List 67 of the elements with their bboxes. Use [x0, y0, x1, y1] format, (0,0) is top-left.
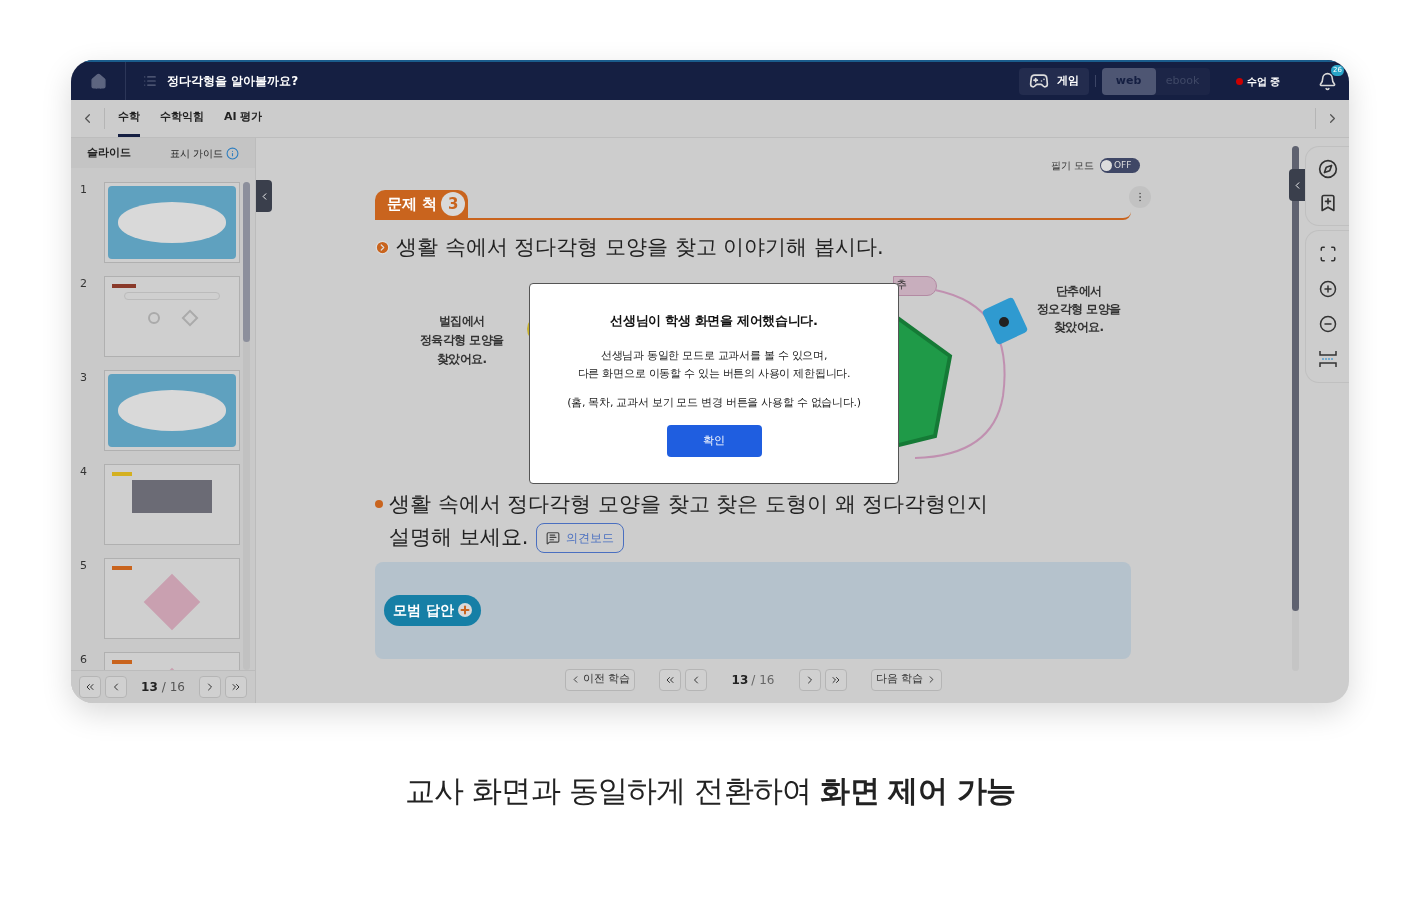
- previous-page-button[interactable]: [685, 668, 707, 691]
- compass-icon[interactable]: [1317, 159, 1338, 179]
- last-page-button[interactable]: [825, 668, 847, 691]
- list-icon[interactable]: [143, 74, 157, 88]
- slide-thumbnail[interactable]: [104, 558, 240, 639]
- guide-label: 표시 가이드: [169, 146, 223, 161]
- problem-badge: 문제 척 3: [375, 190, 469, 218]
- speech-bubble-icon: [546, 530, 561, 545]
- scrollbar-thumb[interactable]: [1292, 146, 1299, 611]
- lesson-title: 정다각형을 알아볼까요?: [167, 73, 299, 90]
- first-page-button[interactable]: [79, 676, 101, 698]
- next-lesson-button[interactable]: 다음 학습: [871, 668, 942, 691]
- slide-thumbnail[interactable]: [104, 276, 240, 357]
- next-page-button[interactable]: [799, 668, 821, 691]
- gamepad-icon: [1028, 71, 1049, 91]
- current-page: 13: [731, 671, 749, 689]
- slide-thumbnail[interactable]: [104, 182, 240, 263]
- question-text: 생활 속에서 정다각형 모양을 찾고 찾은 도형이 왜 정다각형인지 설명해 보세요. 의견보드: [389, 487, 1015, 554]
- more-options-button[interactable]: [1129, 186, 1151, 208]
- slide-number: 2: [80, 276, 88, 292]
- expand-tools-button[interactable]: [1289, 169, 1305, 201]
- next-page-button[interactable]: [199, 676, 221, 698]
- model-answer-button[interactable]: 모범 답안: [384, 594, 481, 626]
- bullet-icon: [375, 499, 383, 508]
- last-page-button[interactable]: [225, 676, 247, 698]
- slide-number: 6: [80, 652, 88, 668]
- chevron-circle-icon: [375, 240, 390, 256]
- subject-tab[interactable]: AI 평가: [224, 100, 263, 137]
- double-chevron-right-icon: [230, 681, 242, 693]
- writing-mode-toggle[interactable]: OFF: [1100, 157, 1140, 173]
- tag-label: 추: [893, 275, 937, 296]
- question-text: 생활 속에서 정다각형 모양을 찾고 이야기해 봅시다.: [396, 234, 884, 261]
- slide-number: 5: [80, 558, 88, 574]
- plus-icon: [457, 603, 472, 617]
- zoom-out-icon[interactable]: [1318, 315, 1337, 333]
- status-label: 수업 중: [1246, 74, 1280, 89]
- double-chevron-left-icon: [84, 681, 96, 693]
- info-icon[interactable]: [226, 146, 239, 160]
- dialog-note: (홈, 목차, 교과서 보기 모드 변경 버튼을 사용할 수 없습니다.): [567, 394, 861, 411]
- slide-number: 3: [80, 370, 88, 386]
- current-page: 13: [141, 679, 158, 696]
- dialog-message: 선생님과 동일한 모드로 교과서를 볼 수 있으며, 다른 화면으로 이동할 수 있는 버튼의 사용이 제한됩니다.: [577, 347, 851, 382]
- slide-thumbnail[interactable]: [104, 370, 240, 451]
- zoom-in-icon[interactable]: [1318, 280, 1337, 298]
- slide-number: 1: [80, 182, 88, 198]
- game-button[interactable]: 게임: [1018, 67, 1089, 95]
- writing-mode-label: 필기 모드: [1050, 158, 1094, 173]
- illustration-caption: 단추에서 정오각형 모양을 찾았어요.: [1037, 282, 1121, 336]
- home-icon: [89, 72, 107, 90]
- slide-number: 4: [80, 464, 88, 480]
- subject-tab[interactable]: 수학익힘: [160, 100, 204, 137]
- illustration-caption: 벌집에서 정육각형 모양을 찾았어요.: [420, 312, 504, 368]
- notification-bell-icon[interactable]: [1318, 71, 1337, 91]
- fullscreen-icon[interactable]: [1318, 245, 1337, 263]
- collapse-panel-button[interactable]: [256, 180, 272, 212]
- dialog-title: 선생님이 학생 화면을 제어했습니다.: [610, 312, 818, 330]
- panel-title: 슬라이드: [87, 144, 131, 161]
- slide-thumbnail[interactable]: [104, 464, 240, 545]
- total-pages: / 16: [161, 679, 185, 696]
- confirm-button[interactable]: 확인: [666, 425, 762, 457]
- scrollbar-thumb[interactable]: [243, 182, 250, 342]
- previous-page-button[interactable]: [105, 676, 127, 698]
- caption: 교사 화면과 동일하게 전환하여 화면 제어 가능: [404, 772, 1016, 810]
- total-pages: / 16: [751, 671, 775, 689]
- previous-lesson-button[interactable]: 이전 학습: [564, 668, 635, 691]
- first-page-button[interactable]: [659, 668, 681, 691]
- fit-width-icon[interactable]: [1318, 350, 1337, 368]
